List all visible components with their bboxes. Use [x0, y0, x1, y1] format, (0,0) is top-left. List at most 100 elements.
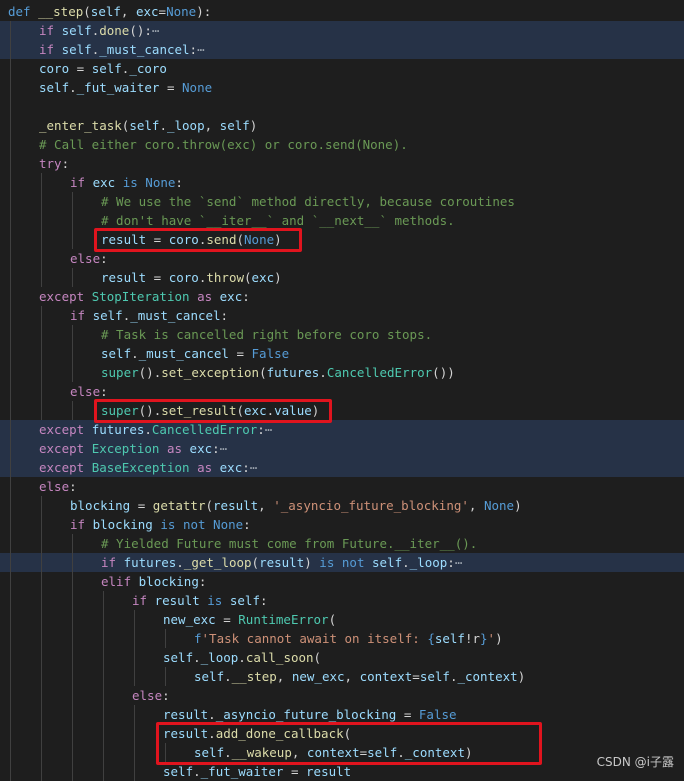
indent-guide [10, 591, 11, 610]
code-token: # Call either coro.throw(exc) or coro.se… [39, 137, 408, 152]
code-line[interactable]: if self._must_cancel:⋯ [0, 40, 684, 59]
code-line[interactable]: def __step(self, exc=None): [0, 2, 684, 21]
indent-guide [10, 534, 11, 553]
code-line[interactable]: blocking = getattr(result, '_asyncio_fut… [0, 496, 684, 515]
code-line[interactable]: super().set_result(exc.value) [0, 401, 684, 420]
code-line[interactable]: self.__wakeup, context=self._context) [0, 743, 684, 762]
code-token: new_exc [291, 669, 345, 684]
watermark: CSDN @i子露 [596, 755, 674, 769]
code-line[interactable]: if self.done():⋯ [0, 21, 684, 40]
code-token: = [396, 707, 419, 722]
code-line[interactable]: _enter_task(self._loop, self) [0, 116, 684, 135]
code-line[interactable]: else: [0, 249, 684, 268]
code-text: if blocking is not None: [70, 515, 251, 534]
code-line[interactable]: result._asyncio_future_blocking = False [0, 705, 684, 724]
code-text: # Yielded Future must come from Future._… [101, 534, 477, 553]
indent-guide [72, 705, 73, 724]
code-token: ) [274, 232, 282, 247]
code-token: __wakeup [231, 745, 292, 760]
code-line[interactable]: self._fut_waiter = None [0, 78, 684, 97]
code-line[interactable]: # Task is cancelled right before coro st… [0, 325, 684, 344]
indent-guide [72, 363, 73, 382]
code-line[interactable]: result.add_done_callback( [0, 724, 684, 743]
code-token: . [159, 118, 167, 133]
fold-ellipsis-icon[interactable]: ⋯ [250, 460, 258, 475]
code-line[interactable]: self._loop.call_soon( [0, 648, 684, 667]
code-line[interactable]: # don't have `__iter__` and `__next__` m… [0, 211, 684, 230]
code-token: blocking [138, 574, 199, 589]
fold-ellipsis-icon[interactable]: ⋯ [265, 422, 273, 437]
indent-guide [41, 724, 42, 743]
code-line[interactable]: except futures.CancelledError:⋯ [0, 420, 684, 439]
code-token: = [159, 80, 183, 95]
code-line[interactable]: f'Task cannot await on itself: {self!r}'… [0, 629, 684, 648]
code-token: . [193, 650, 201, 665]
code-line[interactable]: except StopIteration as exc: [0, 287, 684, 306]
code-token: else [39, 479, 70, 494]
code-token: exc [92, 175, 116, 190]
code-line[interactable]: if futures._get_loop(result) is not self… [0, 553, 684, 572]
code-text: coro = self._coro [39, 59, 167, 78]
code-line[interactable]: except BaseException as exc:⋯ [0, 458, 684, 477]
indent-guide [41, 572, 42, 591]
code-token: _must_cancel [138, 346, 229, 361]
code-line[interactable] [0, 97, 684, 116]
fold-ellipsis-icon[interactable]: ⋯ [152, 23, 160, 38]
code-line[interactable]: try: [0, 154, 684, 173]
indent-guide [10, 629, 11, 648]
indent-guide [10, 116, 11, 135]
code-line[interactable]: if result is self: [0, 591, 684, 610]
code-line[interactable]: new_exc = RuntimeError( [0, 610, 684, 629]
indent-guide [103, 762, 104, 781]
code-token: ): [196, 4, 212, 19]
code-line[interactable]: super().set_exception(futures.CancelledE… [0, 363, 684, 382]
code-token: except [39, 460, 85, 475]
fold-ellipsis-icon[interactable]: ⋯ [197, 42, 205, 57]
code-line[interactable]: # We use the `send` method directly, bec… [0, 192, 684, 211]
indent-guide [10, 743, 11, 762]
code-line[interactable]: result = coro.send(None) [0, 230, 684, 249]
code-line[interactable]: coro = self._coro [0, 59, 684, 78]
code-token: coro [39, 61, 70, 76]
code-line[interactable]: # Call either coro.throw(exc) or coro.se… [0, 135, 684, 154]
fold-ellipsis-icon[interactable]: ⋯ [455, 555, 463, 570]
code-line[interactable]: if exc is None: [0, 173, 684, 192]
code-line[interactable]: else: [0, 477, 684, 496]
code-token: if [70, 175, 86, 190]
code-token: ( [343, 726, 352, 741]
code-line[interactable]: # Yielded Future must come from Future._… [0, 534, 684, 553]
code-line[interactable]: elif blocking: [0, 572, 684, 591]
code-line[interactable]: if self._must_cancel: [0, 306, 684, 325]
indent-guide [72, 572, 73, 591]
fold-ellipsis-icon[interactable]: ⋯ [220, 441, 228, 456]
indent-guide [10, 667, 11, 686]
code-token: CancelledError [326, 365, 433, 380]
code-token: BaseException [91, 460, 190, 475]
code-text: if exc is None: [70, 173, 183, 192]
code-line[interactable]: self._fut_waiter = result [0, 762, 684, 781]
indent-guide [41, 173, 42, 192]
code-token: : [69, 479, 77, 494]
code-token: ( [236, 232, 245, 247]
code-line[interactable]: except Exception as exc:⋯ [0, 439, 684, 458]
code-text: # Task is cancelled right before coro st… [101, 325, 432, 344]
code-line[interactable]: result = coro.throw(exc) [0, 268, 684, 287]
code-line[interactable]: if blocking is not None: [0, 515, 684, 534]
code-token: } [480, 631, 488, 646]
indent-guide [72, 325, 73, 344]
code-line[interactable]: self._must_cancel = False [0, 344, 684, 363]
code-line[interactable]: else: [0, 686, 684, 705]
code-token: call_soon [245, 650, 314, 665]
indent-guide [134, 667, 135, 686]
code-token: _coro [129, 61, 167, 76]
code-token: = [228, 346, 252, 361]
code-line[interactable]: self.__step, new_exc, context=self._cont… [0, 667, 684, 686]
code-editor[interactable]: def __step(self, exc=None): if self.done(… [0, 0, 684, 781]
code-token: self [61, 42, 92, 57]
indent-guide [72, 591, 73, 610]
code-line[interactable]: else: [0, 382, 684, 401]
